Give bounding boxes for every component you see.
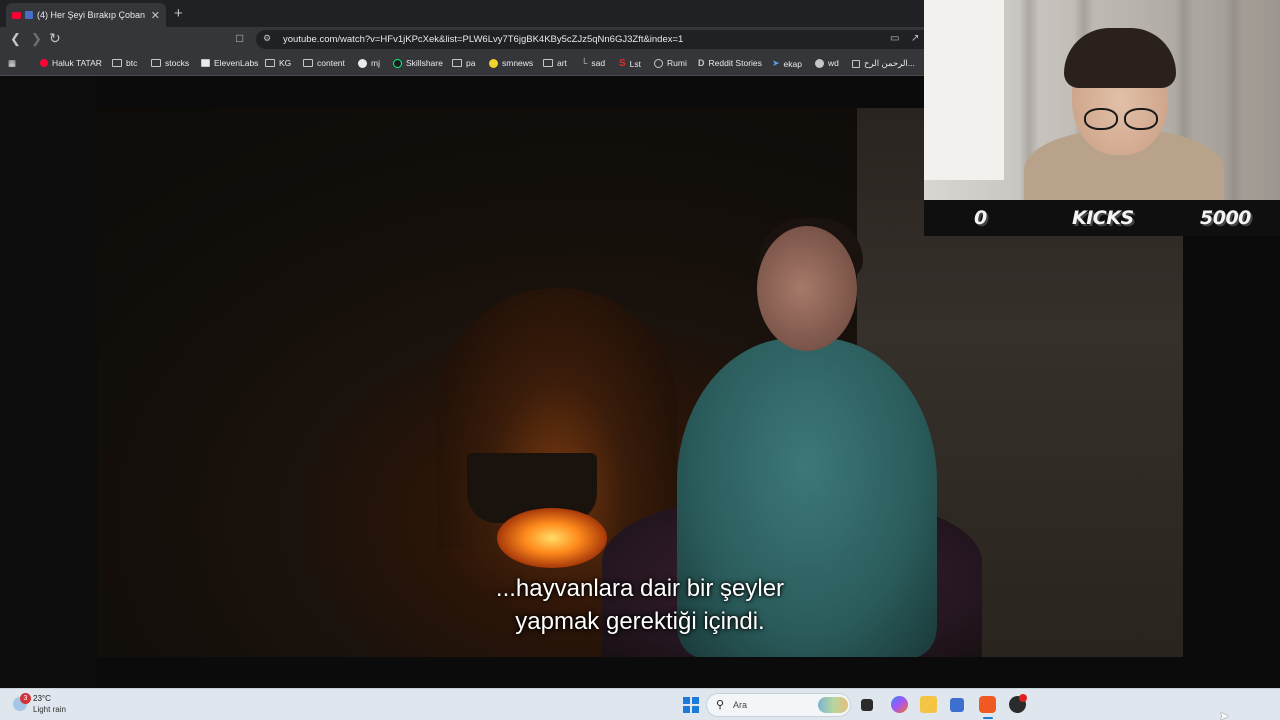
bookmark-mj[interactable]: mj (358, 58, 380, 68)
weather-desc[interactable]: Light rain (33, 705, 66, 714)
subtitle-line-1: ...hayvanlara dair bir şeyler (495, 575, 785, 602)
streamer-hair (1064, 28, 1176, 88)
apps-grid-icon[interactable]: ▦ (8, 58, 16, 69)
browser-toolbar: ❮ ❯ ↻ □ ⚙ youtube.com/watch?v=HFv1jKPcXe… (0, 27, 924, 52)
bookmark-haluk-tatar[interactable]: Haluk TATAR (40, 58, 102, 68)
share-icon[interactable]: ↗ (911, 33, 919, 44)
bookmark-stocks[interactable]: stocks (151, 58, 189, 68)
url-text[interactable]: youtube.com/watch?v=HFv1jKPcXek&list=PLW… (283, 34, 683, 45)
webcam-overlay (924, 0, 1280, 200)
folder-icon (151, 59, 161, 67)
woman-face (757, 226, 857, 351)
copilot-icon[interactable] (891, 696, 908, 713)
bookmark-skillshare[interactable]: Skillshare (393, 58, 443, 68)
streamer-glasses (1084, 108, 1162, 130)
sad-icon: └ (581, 58, 588, 68)
page-icon (852, 59, 860, 68)
brave-active-indicator (983, 717, 993, 719)
address-bar[interactable]: ⚙ youtube.com/watch?v=HFv1jKPcXek&list=P… (256, 30, 924, 49)
cast-icon[interactable]: ▭ (890, 33, 899, 44)
youtube-icon (12, 11, 21, 19)
weather-badge: 3 (20, 693, 31, 704)
bookmark-lst[interactable]: S Lst (619, 58, 641, 69)
folder-icon (265, 59, 275, 67)
weather-temp[interactable]: 23°C (33, 694, 51, 703)
smiley-icon (489, 58, 498, 68)
tab-strip: (4) Her Şeyi Bırakıp Çoban Ol ✕ + (0, 0, 924, 27)
folder-icon (452, 59, 462, 67)
bookmark-smnews[interactable]: smnews (489, 58, 533, 68)
video-subtitle: ...hayvanlara dair bir şeyler yapmak ger… (97, 572, 1183, 638)
search-icon: ⚲ (716, 699, 725, 711)
bookmarks-bar: ▦ Haluk TATAR btc stocks ElevenLabs KG c… (0, 52, 924, 76)
youtube-icon (40, 59, 48, 67)
fire (497, 508, 607, 568)
search-placeholder: Ara (733, 700, 748, 710)
folder-icon (303, 59, 313, 67)
task-view-icon[interactable] (861, 699, 873, 711)
subtitle-line-2: yapmak gerektiği içindi. (515, 608, 765, 635)
desktop-screen: (4) Her Şeyi Bırakıp Çoban Ol ✕ + ❮ ❯ ↻ … (0, 0, 1280, 720)
forward-icon[interactable]: ❯ (31, 31, 42, 47)
bird-icon: ➤ (772, 58, 780, 68)
start-button[interactable] (683, 697, 699, 713)
elevenlabs-icon (201, 59, 210, 67)
s-icon: S (619, 58, 626, 69)
mouse-cursor-icon: ➤ (1219, 709, 1230, 720)
bookmark-sad[interactable]: └ sad (581, 58, 605, 68)
d-icon: D (698, 58, 705, 68)
bookmark-icon[interactable]: □ (236, 31, 243, 45)
window-light (924, 0, 1004, 180)
skillshare-icon (393, 58, 402, 68)
folder-icon (112, 59, 122, 67)
bookmark-ekap[interactable]: ➤ ekap (772, 58, 802, 69)
recording-dot-icon (1019, 694, 1027, 702)
curtain-fold (1224, 0, 1244, 200)
close-icon[interactable]: ✕ (151, 9, 160, 22)
site-info-icon[interactable]: ⚙ (263, 33, 271, 44)
tab-youtube[interactable]: (4) Her Şeyi Bırakıp Çoban Ol ✕ (6, 3, 166, 27)
bookmark-arabic[interactable]: الرحمن الرح... (852, 58, 915, 69)
file-explorer-icon[interactable] (920, 696, 937, 713)
bookmark-elevenlabs[interactable]: ElevenLabs (201, 58, 258, 68)
wd-icon (815, 58, 824, 68)
github-icon (358, 58, 367, 68)
kicks-goal: 5000 (1200, 207, 1251, 229)
back-icon[interactable]: ❮ (10, 31, 21, 47)
kicks-current: 0 (974, 207, 987, 229)
tab-group-icon (25, 11, 33, 19)
snipping-tool-icon[interactable] (950, 698, 964, 712)
new-tab-button[interactable]: + (174, 5, 183, 22)
globe-icon (654, 58, 663, 68)
folder-icon (543, 59, 553, 67)
bookmark-pa[interactable]: pa (452, 58, 475, 68)
bookmark-wd[interactable]: wd (815, 58, 839, 68)
taskbar: 3 23°C Light rain ⚲ Ara (0, 688, 1280, 720)
video-letterbox (0, 76, 97, 688)
bookmark-rumi[interactable]: Rumi (654, 58, 687, 68)
reload-icon[interactable]: ↻ (49, 30, 61, 47)
search-highlight-icon (818, 697, 848, 713)
kicks-label: KICKS (1072, 207, 1134, 229)
taskbar-search[interactable]: ⚲ Ara (706, 693, 851, 717)
brave-browser-icon[interactable] (979, 696, 996, 713)
bookmark-reddit-stories[interactable]: D Reddit Stories (698, 58, 762, 68)
tab-title: (4) Her Şeyi Bırakıp Çoban Ol (37, 10, 145, 20)
bookmark-art[interactable]: art (543, 58, 567, 68)
bookmark-kg[interactable]: KG (265, 58, 291, 68)
bookmark-btc[interactable]: btc (112, 58, 137, 68)
bookmark-content[interactable]: content (303, 58, 345, 68)
kicks-counter: 0 KICKS 5000 (924, 200, 1280, 236)
browser-window: (4) Her Şeyi Bırakıp Çoban Ol ✕ + ❮ ❯ ↻ … (0, 0, 924, 76)
